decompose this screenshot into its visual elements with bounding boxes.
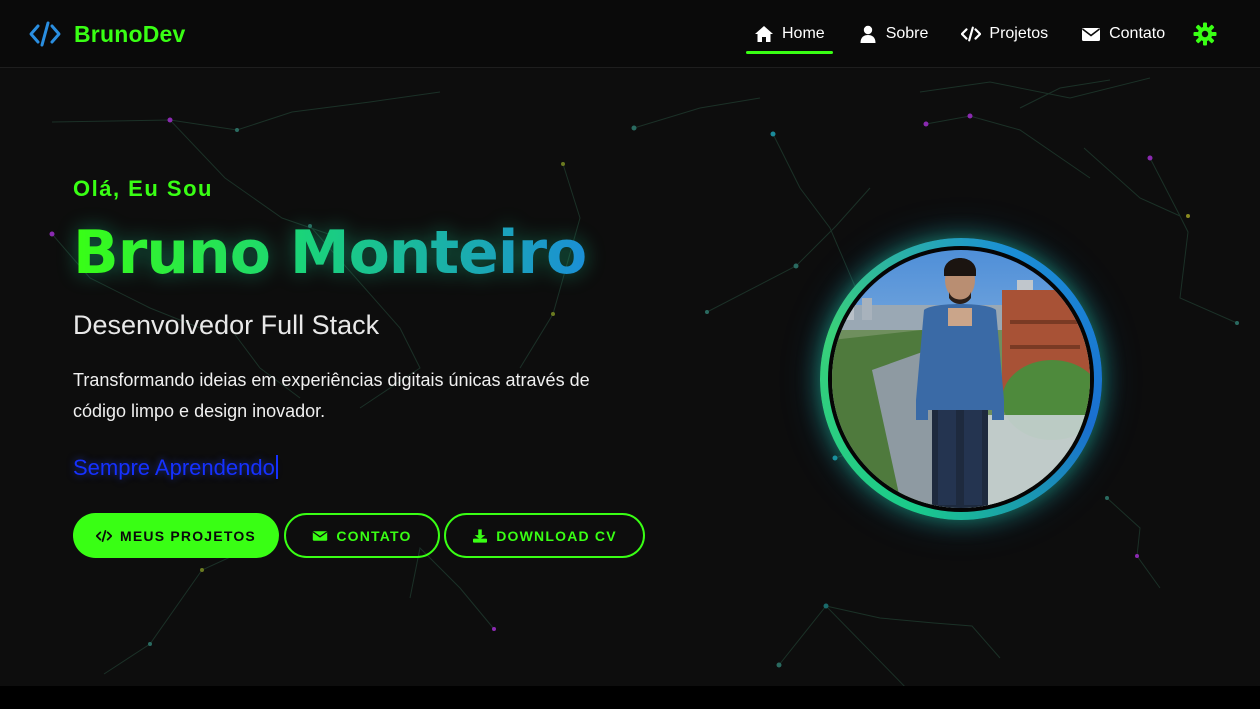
my-projects-button[interactable]: MEUS PROJETOS — [73, 513, 279, 558]
nav-item-projetos[interactable]: Projetos — [953, 0, 1056, 68]
nav-label-projetos: Projetos — [989, 25, 1049, 42]
avatar — [832, 250, 1090, 508]
nav-label-sobre: Sobre — [885, 25, 929, 42]
main-nav: Home Sobre Projetos Contato — [746, 0, 1190, 68]
nav-item-contato[interactable]: Contato — [1073, 0, 1173, 68]
envelope-icon — [313, 530, 328, 541]
hero-description: Transformando ideias em experiências dig… — [73, 370, 590, 421]
hero-greeting: Olá, Eu Sou — [73, 176, 213, 201]
portfolio-page: BrunoDev Home Sobre Projetos Contato Olá… — [0, 0, 1260, 709]
brand-name: BrunoDev — [74, 20, 186, 47]
typing-text-value: Sempre Aprendendo — [73, 455, 275, 480]
download-cv-button[interactable]: DOWNLOAD CV — [444, 513, 645, 558]
envelope-icon — [1082, 28, 1101, 41]
code-icon — [961, 26, 982, 42]
typing-cursor — [275, 455, 278, 479]
hero-role: Desenvolvedor Full Stack — [73, 310, 380, 340]
code-icon — [29, 21, 61, 47]
nav-label-home: Home — [782, 25, 825, 42]
contact-label: CONTATO — [336, 527, 412, 544]
my-projects-label: MEUS PROJETOS — [120, 527, 256, 544]
hero-name: Bruno Monteiro — [73, 218, 587, 288]
download-icon — [473, 528, 488, 543]
nav-item-home[interactable]: Home — [746, 0, 833, 68]
avatar-ring — [820, 238, 1102, 520]
top-navbar: BrunoDev Home Sobre Projetos Contato — [0, 0, 1260, 68]
hero-section: Olá, Eu Sou Bruno Monteiro Desenvolvedor… — [0, 68, 1260, 686]
gear-icon[interactable] — [1193, 22, 1217, 46]
brand-logo[interactable]: BrunoDev — [29, 20, 186, 48]
contact-button[interactable]: CONTATO — [284, 513, 440, 558]
typing-text: Sempre Aprendendo — [73, 455, 278, 481]
user-icon — [860, 25, 876, 43]
download-cv-label: DOWNLOAD CV — [496, 527, 617, 544]
nav-label-contato: Contato — [1109, 25, 1166, 42]
avatar-frame — [828, 246, 1094, 512]
nav-item-sobre[interactable]: Sobre — [850, 0, 937, 68]
code-icon — [96, 529, 113, 542]
home-icon — [755, 26, 773, 42]
section-divider — [0, 686, 1260, 709]
